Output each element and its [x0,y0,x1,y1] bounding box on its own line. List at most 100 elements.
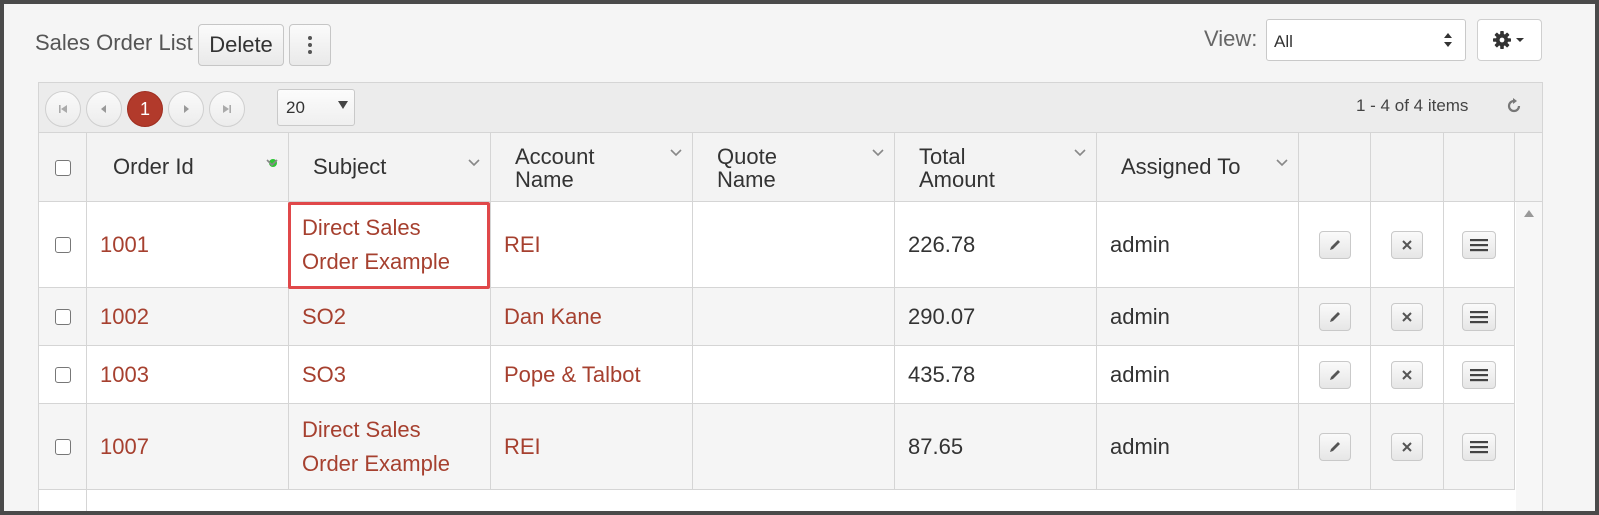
delete-row-button[interactable] [1391,230,1423,259]
edit-cell [1299,346,1371,403]
edit-button[interactable] [1318,230,1351,259]
pencil-icon [1329,441,1340,452]
chevron-down-icon[interactable] [468,159,480,167]
header-total-line2: Amount [919,167,995,192]
header-account-line1: Account [515,144,595,169]
header-subject-label: Subject [313,154,387,179]
subject-line1: Direct Sales [302,214,421,240]
chevron-down-icon[interactable] [266,159,278,167]
last-page-button[interactable] [209,91,245,127]
menu-cell [1444,202,1515,287]
delete-cell [1371,404,1444,489]
delete-row-button[interactable] [1391,360,1423,389]
subject-link[interactable]: SO3 [289,346,491,403]
assigned-to-cell: admin [1097,404,1299,489]
row-menu-button[interactable] [1462,432,1496,461]
header-quote-line2: Name [717,167,776,192]
more-actions-button[interactable] [289,24,331,66]
first-page-icon [59,105,67,113]
header-subject[interactable]: Subject [289,133,491,202]
next-page-icon [184,105,189,113]
order-id-link[interactable]: 1007 [87,404,289,489]
row-menu-button[interactable] [1462,360,1496,389]
assigned-to-cell: admin [1097,202,1299,287]
header-account-name[interactable]: Account Name [491,133,693,202]
quote-name-cell [693,404,895,489]
next-page-button[interactable] [168,91,204,127]
last-page-icon [223,105,231,113]
edit-button[interactable] [1318,360,1351,389]
view-select[interactable]: All [1266,19,1466,61]
close-icon [1402,311,1412,322]
row-checkbox-cell [39,202,87,287]
page-1-button[interactable]: 1 [127,91,163,127]
subject-link[interactable]: Direct Sales Order Example [289,202,491,287]
table-row: 1001 Direct Sales Order Example REI 226.7… [39,202,1515,288]
prev-page-button[interactable] [86,91,122,127]
table-row: 1007 Direct Sales Order Example REI 87.65… [39,404,1515,490]
table-row: 1002 SO2 Dan Kane 290.07 admin [39,288,1515,346]
refresh-button[interactable] [1505,97,1523,120]
header-order-id[interactable]: Order Id [87,133,289,202]
row-checkbox[interactable] [54,308,71,325]
chevron-down-icon[interactable] [872,149,884,157]
delete-button[interactable]: Delete [198,24,284,66]
account-link[interactable]: REI [491,404,693,489]
menu-cell [1444,346,1515,403]
header-assigned-to[interactable]: Assigned To [1097,133,1299,202]
view-label: View: [1204,26,1258,51]
quote-name-cell [693,288,895,345]
header-edit-col [1299,133,1371,202]
delete-row-button[interactable] [1391,302,1423,331]
hamburger-icon [1470,238,1488,251]
scrollbar-header [1515,133,1542,202]
header-total-amount[interactable]: Total Amount [895,133,1097,202]
header-quote-name[interactable]: Quote Name [693,133,895,202]
order-id-link[interactable]: 1001 [87,202,289,287]
account-link[interactable]: REI [491,202,693,287]
gear-icon [1492,31,1524,49]
view-select-value: All [1274,32,1293,51]
order-id-link[interactable]: 1002 [87,288,289,345]
quote-name-cell [693,346,895,403]
kebab-icon [308,36,312,54]
header-menu-col [1444,133,1515,202]
select-arrows-icon [1444,33,1452,47]
caret-down-icon [338,101,348,109]
header-quote-name-label: Quote Name [717,145,777,191]
chevron-down-icon[interactable] [1276,159,1288,167]
hamburger-icon [1470,368,1488,381]
row-menu-button[interactable] [1462,302,1496,331]
row-checkbox[interactable] [54,236,71,253]
settings-button[interactable] [1477,19,1542,61]
scroll-up-icon[interactable] [1524,210,1534,217]
close-icon [1402,239,1412,250]
sales-order-grid: 1 20 1 - 4 of 4 items Order Id Subject A… [38,82,1543,511]
subject-link[interactable]: SO2 [289,288,491,345]
first-page-button[interactable] [45,91,81,127]
chevron-down-icon[interactable] [670,149,682,157]
row-checkbox-cell [39,288,87,345]
row-checkbox[interactable] [54,438,71,455]
edit-button[interactable] [1318,432,1351,461]
select-all-checkbox[interactable] [54,159,71,176]
chevron-down-icon[interactable] [1074,149,1086,157]
header-total-line1: Total [919,144,966,169]
row-checkbox[interactable] [54,366,71,383]
row-menu-button[interactable] [1462,230,1496,259]
page-size-select[interactable]: 20 [277,89,355,126]
delete-row-button[interactable] [1391,432,1423,461]
edit-cell [1299,404,1371,489]
pager: 1 20 1 - 4 of 4 items [39,83,1542,133]
subject-line1: Direct Sales [302,416,421,442]
header-assigned-to-label: Assigned To [1121,154,1241,179]
vertical-scrollbar[interactable] [1516,202,1542,511]
total-amount-cell: 87.65 [895,404,1097,489]
app-frame: Sales Order List Delete View: All 1 20 1… [0,0,1599,515]
table-row: 1003 SO3 Pope & Talbot 435.78 admin [39,346,1515,404]
subject-link[interactable]: Direct Sales Order Example [289,404,491,489]
order-id-link[interactable]: 1003 [87,346,289,403]
account-link[interactable]: Pope & Talbot [491,346,693,403]
edit-button[interactable] [1318,302,1351,331]
account-link[interactable]: Dan Kane [491,288,693,345]
